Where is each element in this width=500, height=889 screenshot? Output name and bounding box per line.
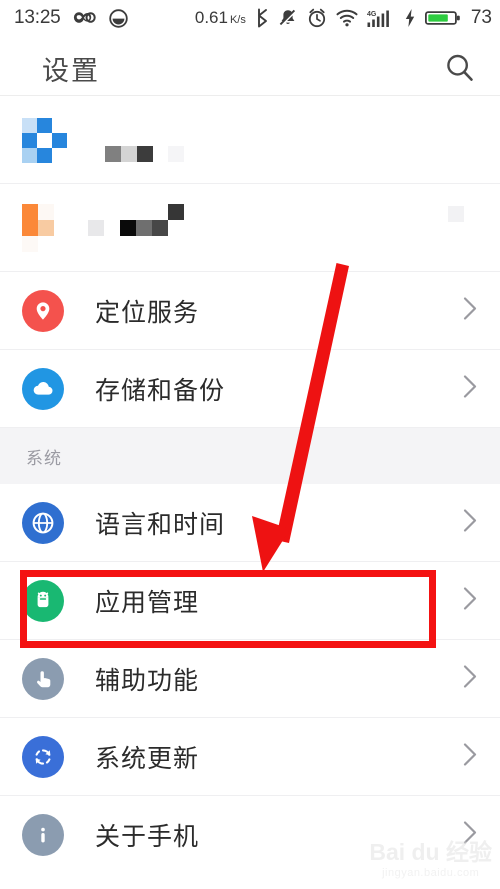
list-item[interactable] (0, 184, 500, 272)
charging-bolt-icon (404, 8, 416, 28)
censored-label-1b (168, 146, 184, 162)
list-item-label: 语言和时间 (95, 511, 226, 539)
status-clock: 13:25 (14, 7, 61, 28)
list-item-label: 定位服务 (95, 299, 200, 327)
chevron-right-icon (462, 819, 478, 852)
infinity-icon (72, 10, 98, 26)
smiley-icon (108, 8, 128, 28)
list-item-label: 关于手机 (95, 823, 200, 851)
censored-label-2c (168, 204, 184, 220)
list-item-label: 辅助功能 (95, 667, 200, 695)
globe-icon (22, 502, 64, 544)
title-bar: 设置 (0, 36, 500, 96)
chevron-right-icon (462, 373, 478, 406)
list-item[interactable] (0, 96, 500, 184)
censored-label-1 (105, 146, 153, 162)
list-item-system-update[interactable]: 系统更新 (0, 718, 500, 796)
settings-list: 定位服务 存储和备份 系统 语言和时间 应用管理 辅助功能 系统更新 关于手机 (0, 96, 500, 874)
chevron-right-icon (462, 295, 478, 328)
censored-label-2a (88, 220, 104, 236)
chevron-right-icon (462, 507, 478, 540)
row-divider (0, 427, 500, 428)
chevron-right-icon (462, 741, 478, 774)
page-title: 设置 (42, 56, 100, 86)
section-header-label: 系统 (26, 448, 62, 468)
censored-icon-2 (22, 204, 70, 252)
censored-icon-1 (22, 118, 67, 163)
hand-pointer-icon (22, 658, 64, 700)
list-item-app-management[interactable]: 应用管理 (0, 562, 500, 640)
list-item-label: 应用管理 (95, 589, 200, 617)
phone-screenshot: 13:25 0.61 K/s 4G 73 设置 定位服务 存储和备份 系统 语言… (0, 0, 500, 889)
battery-percent: 73 (470, 7, 492, 28)
location-pin-icon (22, 290, 64, 332)
wifi-icon (336, 9, 358, 27)
censored-label-2b (120, 220, 168, 236)
chevron-right-icon (462, 663, 478, 696)
svg-text:4G: 4G (367, 11, 377, 18)
info-icon (22, 814, 64, 856)
alarm-icon (307, 8, 327, 28)
status-bar-left: 13:25 (14, 7, 128, 29)
censored-chevron-2 (448, 206, 464, 222)
network-speed: 0.61 K/s (194, 8, 246, 27)
signal-4g-icon: 4G (367, 8, 395, 28)
refresh-icon (22, 736, 64, 778)
list-item-storage-and-backup[interactable]: 存储和备份 (0, 350, 500, 428)
list-item-location-services[interactable]: 定位服务 (0, 272, 500, 350)
list-item-label: 系统更新 (95, 745, 200, 773)
list-item-label: 存储和备份 (95, 377, 226, 405)
chevron-right-icon (462, 585, 478, 618)
status-bar-right: 0.61 K/s 4G 73 (195, 7, 492, 29)
list-item-language-and-time[interactable]: 语言和时间 (0, 484, 500, 562)
search-icon[interactable] (444, 52, 476, 89)
android-robot-icon (22, 580, 64, 622)
mute-icon (278, 8, 298, 28)
cloud-icon (22, 368, 64, 410)
list-item-accessibility[interactable]: 辅助功能 (0, 640, 500, 718)
battery-icon (424, 8, 461, 28)
section-header-system: 系统 (0, 428, 500, 484)
list-item-about-phone[interactable]: 关于手机 (0, 796, 500, 874)
bluetooth-icon (255, 8, 269, 28)
status-bar: 13:25 0.61 K/s 4G 73 (0, 0, 500, 36)
